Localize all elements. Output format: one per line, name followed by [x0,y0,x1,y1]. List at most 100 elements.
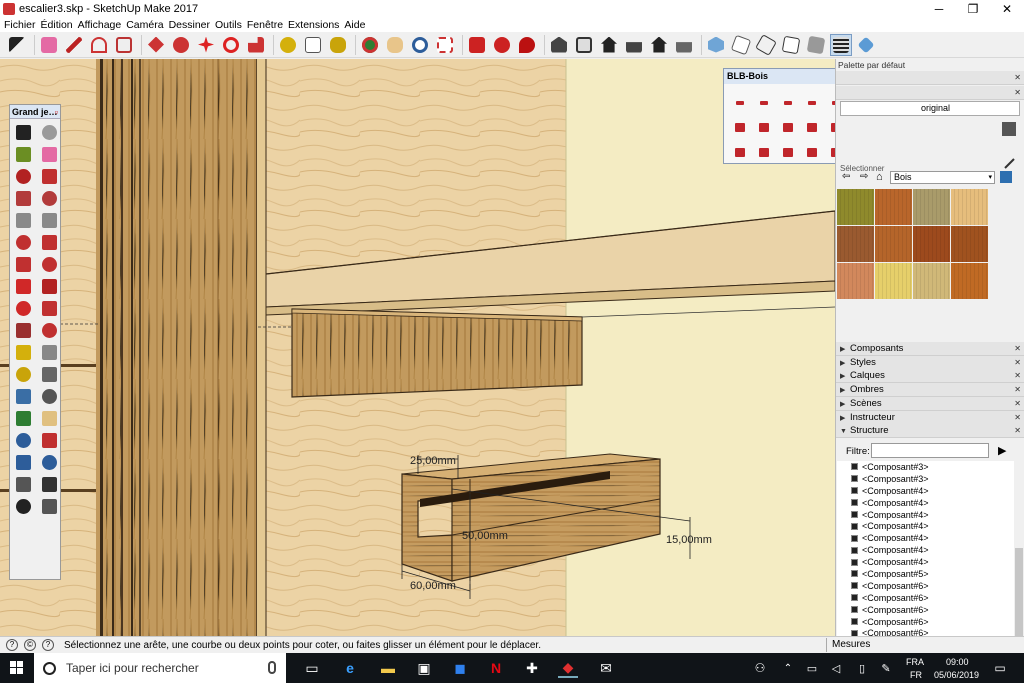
credits-icon[interactable]: © [24,639,36,651]
panel-close-icon[interactable]: ✕ [1014,356,1021,370]
component-tool-button[interactable] [38,122,60,143]
outliner-item[interactable]: <Composant#3> [837,461,1014,473]
blb-tool-button[interactable] [776,90,800,115]
mail-icon[interactable]: ✉ [596,658,616,678]
dimension-tool-button[interactable] [38,342,60,363]
materials-header-row[interactable]: ✕ [836,86,1024,100]
battery-icon[interactable]: ▯ [852,658,872,678]
panel-close-icon[interactable]: ✕ [1014,411,1021,425]
material-name-field[interactable]: original [840,101,1020,116]
scale-tool-button[interactable] [12,320,34,341]
panel-styles[interactable]: ▶ Styles ✕ [836,355,1024,370]
top-view-button[interactable] [573,34,595,56]
line-tool-button[interactable] [12,166,34,187]
language-bottom[interactable]: FR [910,670,922,680]
follow-me-tool-button[interactable] [38,298,60,319]
hidden-line-style-button[interactable] [780,34,802,56]
orbit-tool-button[interactable] [359,34,381,56]
axes-tool-button[interactable] [12,386,34,407]
panel-close-icon[interactable]: ✕ [1014,397,1021,411]
geo-location-icon[interactable]: ? [6,639,18,651]
3d-text-tool-button[interactable] [38,386,60,407]
wireframe-style-button[interactable] [755,33,777,56]
outliner-item[interactable]: <Composant#4> [837,544,1014,556]
blb-tool-button[interactable] [752,140,776,165]
push-pull-tool-button[interactable] [145,34,167,56]
previous-view-tool-button[interactable] [38,452,60,473]
clock-date[interactable]: 05/06/2019 [934,670,979,680]
menu-dessiner[interactable]: Dessiner [169,19,210,31]
edge-browser-icon[interactable]: e [340,658,360,678]
outliner-item[interactable]: <Composant#5> [837,568,1014,580]
pen-icon[interactable]: ✎ [876,658,896,678]
left-view-button[interactable] [673,34,695,56]
notifications-icon[interactable]: ▭ [990,658,1010,678]
menu-extensions[interactable]: Extensions [288,19,339,31]
tray-header-row[interactable]: ✕ [836,71,1024,85]
outliner-item[interactable]: <Composant#6> [837,592,1014,604]
menu-camera[interactable]: Caméra [126,19,163,31]
xray-style-button[interactable] [705,34,727,56]
textured-style-button[interactable] [830,33,852,56]
pie-tool-button[interactable] [38,254,60,275]
rotated-rectangle-tool-button[interactable] [38,188,60,209]
outliner-item[interactable]: <Composant#4> [837,532,1014,544]
panel-close-icon[interactable]: ✕ [1014,383,1021,397]
select-tool-button[interactable] [6,34,28,56]
home-icon[interactable]: ⌂ [876,171,883,183]
eraser-tool-button[interactable] [38,34,60,56]
outliner-scrollbar[interactable] [1014,461,1024,636]
material-swatch[interactable] [875,263,912,299]
plus-app-icon[interactable]: ✚ [522,658,542,678]
palette-close-icon[interactable]: ▫ [55,105,58,119]
follow-me-tool-button[interactable] [170,34,192,56]
freehand-tool-button[interactable] [38,166,60,187]
menu-fichier[interactable]: Fichier [4,19,36,31]
menu-fenetre[interactable]: Fenêtre [247,19,283,31]
windows-start-button[interactable] [10,661,24,675]
panel-instructeur[interactable]: ▶ Instructeur ✕ [836,410,1024,425]
microphone-icon[interactable] [268,661,276,674]
library-select[interactable]: Bois ▾ [890,171,995,184]
zoom-extents-tool-button[interactable] [434,34,456,56]
taskbar-search[interactable]: Taper ici pour rechercher [34,653,286,683]
blb-tool-button[interactable] [752,90,776,115]
move-tool-button[interactable] [195,34,217,56]
rotate-tool-button[interactable] [220,34,242,56]
right-view-button[interactable] [623,34,645,56]
menu-outils[interactable]: Outils [215,19,242,31]
outlook-icon[interactable]: ◼ [450,658,470,678]
pan-tool-button[interactable] [38,408,60,429]
look-around-tool-button[interactable] [38,474,60,495]
tape-measure-tool-button[interactable] [12,342,34,363]
language-top[interactable]: FRA [906,657,924,667]
outliner-item[interactable]: <Composant#4> [837,556,1014,568]
outliner-item[interactable]: <Composant#4> [837,509,1014,521]
arc-tool-button[interactable] [12,232,34,253]
dimension-50[interactable]: 50,00mm [462,530,508,542]
select-tool-button[interactable] [12,122,34,143]
text-tool-button[interactable] [38,364,60,385]
eraser-tool-button[interactable] [38,144,60,165]
material-swatch[interactable] [913,189,950,225]
material-swatch[interactable] [875,226,912,262]
material-swatch[interactable] [875,189,912,225]
network-icon[interactable]: ▭ [802,658,822,678]
outliner-item[interactable]: <Composant#4> [837,497,1014,509]
share-model-button[interactable] [516,34,538,56]
blb-tool-button[interactable] [728,115,752,140]
rectangle-tool-button[interactable] [12,188,34,209]
forward-arrow-icon[interactable]: ⇨ [860,171,868,182]
maximize-button[interactable]: ❐ [956,0,990,17]
store-icon[interactable]: ▣ [414,658,434,678]
zoom-tool-button[interactable] [12,430,34,451]
zoom-window-tool-button[interactable] [38,430,60,451]
dimension-60[interactable]: 60,00mm [410,580,456,592]
section-plane-tool-button[interactable] [38,496,60,517]
panel-scenes[interactable]: ▶ Scènes ✕ [836,396,1024,411]
outliner-item[interactable]: <Composant#6> [837,627,1014,636]
material-swatch[interactable] [913,263,950,299]
dimension-25[interactable]: 25,00mm [410,455,456,467]
scale-tool-button[interactable] [245,34,267,56]
panel-structure[interactable]: ▼ Structure ✕ [836,424,1024,439]
